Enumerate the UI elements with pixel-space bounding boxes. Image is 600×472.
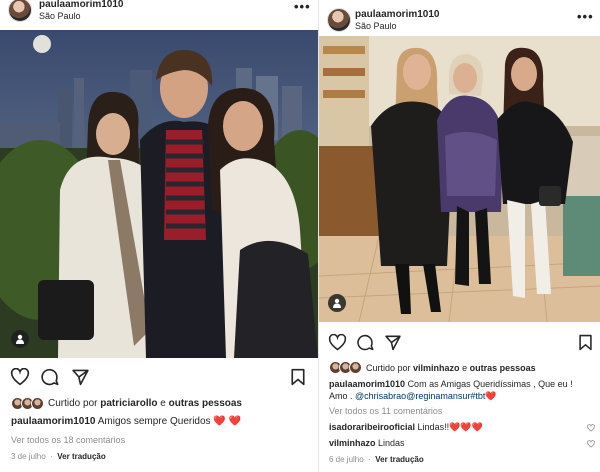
likes-and: e: [160, 398, 166, 409]
comment-like-icon[interactable]: [587, 440, 595, 448]
caption-text-line1: Com as Amigas Queridíssimas , Que eu !: [407, 379, 573, 389]
photo-scene: [0, 30, 318, 358]
caption-mentions[interactable]: @chrisabrao@reginamansur#tbt❤️: [355, 391, 497, 401]
share-icon[interactable]: [384, 334, 402, 351]
translate-link[interactable]: Ver tradução: [57, 452, 105, 461]
comment-text: Lindas!!❤️❤️❤️: [417, 422, 483, 432]
action-bar: [0, 368, 318, 388]
caption-text-line2: Amo .: [329, 391, 353, 401]
post-date-row: 3 de julho · Ver tradução: [11, 452, 106, 461]
comment-row: isadoraribeirooficial Lindas!!❤️❤️❤️: [329, 422, 483, 433]
post-photo[interactable]: [0, 30, 318, 358]
likes-user[interactable]: patriciarollo: [100, 398, 157, 409]
username[interactable]: paulaamorim1010: [39, 0, 124, 10]
comment-username[interactable]: isadoraribeirooficial: [329, 422, 415, 432]
action-bar: [319, 334, 600, 354]
share-icon[interactable]: [71, 368, 90, 386]
caption-username[interactable]: paulaamorim1010: [11, 416, 96, 427]
tag-people-icon[interactable]: [328, 294, 346, 312]
liker-avatars: [11, 397, 44, 410]
like-icon[interactable]: [328, 334, 347, 351]
location[interactable]: São Paulo: [39, 11, 81, 21]
liker-avatars: [329, 361, 362, 374]
save-icon[interactable]: [578, 334, 593, 351]
photo-scene: [319, 36, 600, 322]
likes-summary[interactable]: Curtido por patriciarollo e outras pesso…: [11, 397, 242, 410]
comment-text: Lindas: [378, 438, 405, 448]
avatar: [349, 361, 362, 374]
likes-prefix: Curtido por: [48, 398, 98, 409]
comment-icon[interactable]: [40, 368, 59, 386]
view-comments-link[interactable]: Ver todos os 11 comentários: [329, 406, 442, 416]
caption: paulaamorim1010 Amigos sempre Queridos ❤…: [11, 416, 241, 428]
comment-icon[interactable]: [356, 334, 374, 351]
post-header: paulaamorim1010 São Paulo •••: [0, 0, 318, 30]
caption-text: Amigos sempre Queridos ❤️ ❤️: [97, 416, 242, 427]
location[interactable]: São Paulo: [355, 21, 397, 31]
likes-user[interactable]: vilminhazo: [413, 363, 460, 373]
post-right: paulaamorim1010 São Paulo ••• Curtido po…: [318, 0, 600, 472]
translate-link[interactable]: Ver tradução: [375, 455, 423, 464]
more-icon[interactable]: •••: [577, 9, 594, 24]
post-date: 3 de julho: [11, 452, 46, 461]
username[interactable]: paulaamorim1010: [355, 9, 440, 20]
avatar[interactable]: [8, 0, 32, 22]
likes-prefix: Curtido por: [366, 362, 411, 373]
post-left: paulaamorim1010 São Paulo ••• Curtido po…: [0, 0, 318, 472]
comment-username[interactable]: vilminhazo: [329, 438, 376, 448]
post-header: paulaamorim1010 São Paulo •••: [319, 0, 600, 32]
tag-people-icon[interactable]: [11, 330, 29, 348]
likes-and: e: [462, 362, 468, 373]
like-icon[interactable]: [10, 368, 30, 386]
save-icon[interactable]: [290, 368, 306, 386]
caption: paulaamorim1010 Com as Amigas Queridíssi…: [329, 378, 595, 402]
avatar: [31, 397, 44, 410]
likes-others[interactable]: outras pessoas: [470, 363, 536, 373]
caption-username[interactable]: paulaamorim1010: [329, 379, 405, 389]
comment-like-icon[interactable]: [587, 424, 595, 432]
post-date-row: 6 de julho · Ver tradução: [329, 455, 424, 464]
likes-summary[interactable]: Curtido por vilminhazo e outras pessoas: [329, 361, 536, 374]
comment-row: vilminhazo Lindas: [329, 438, 405, 448]
avatar[interactable]: [327, 8, 351, 32]
view-comments-link[interactable]: Ver todos os 18 comentários: [11, 435, 125, 445]
post-photo[interactable]: [319, 36, 600, 322]
post-date: 6 de julho: [329, 455, 364, 464]
more-icon[interactable]: •••: [294, 0, 311, 14]
likes-others[interactable]: outras pessoas: [169, 398, 242, 409]
